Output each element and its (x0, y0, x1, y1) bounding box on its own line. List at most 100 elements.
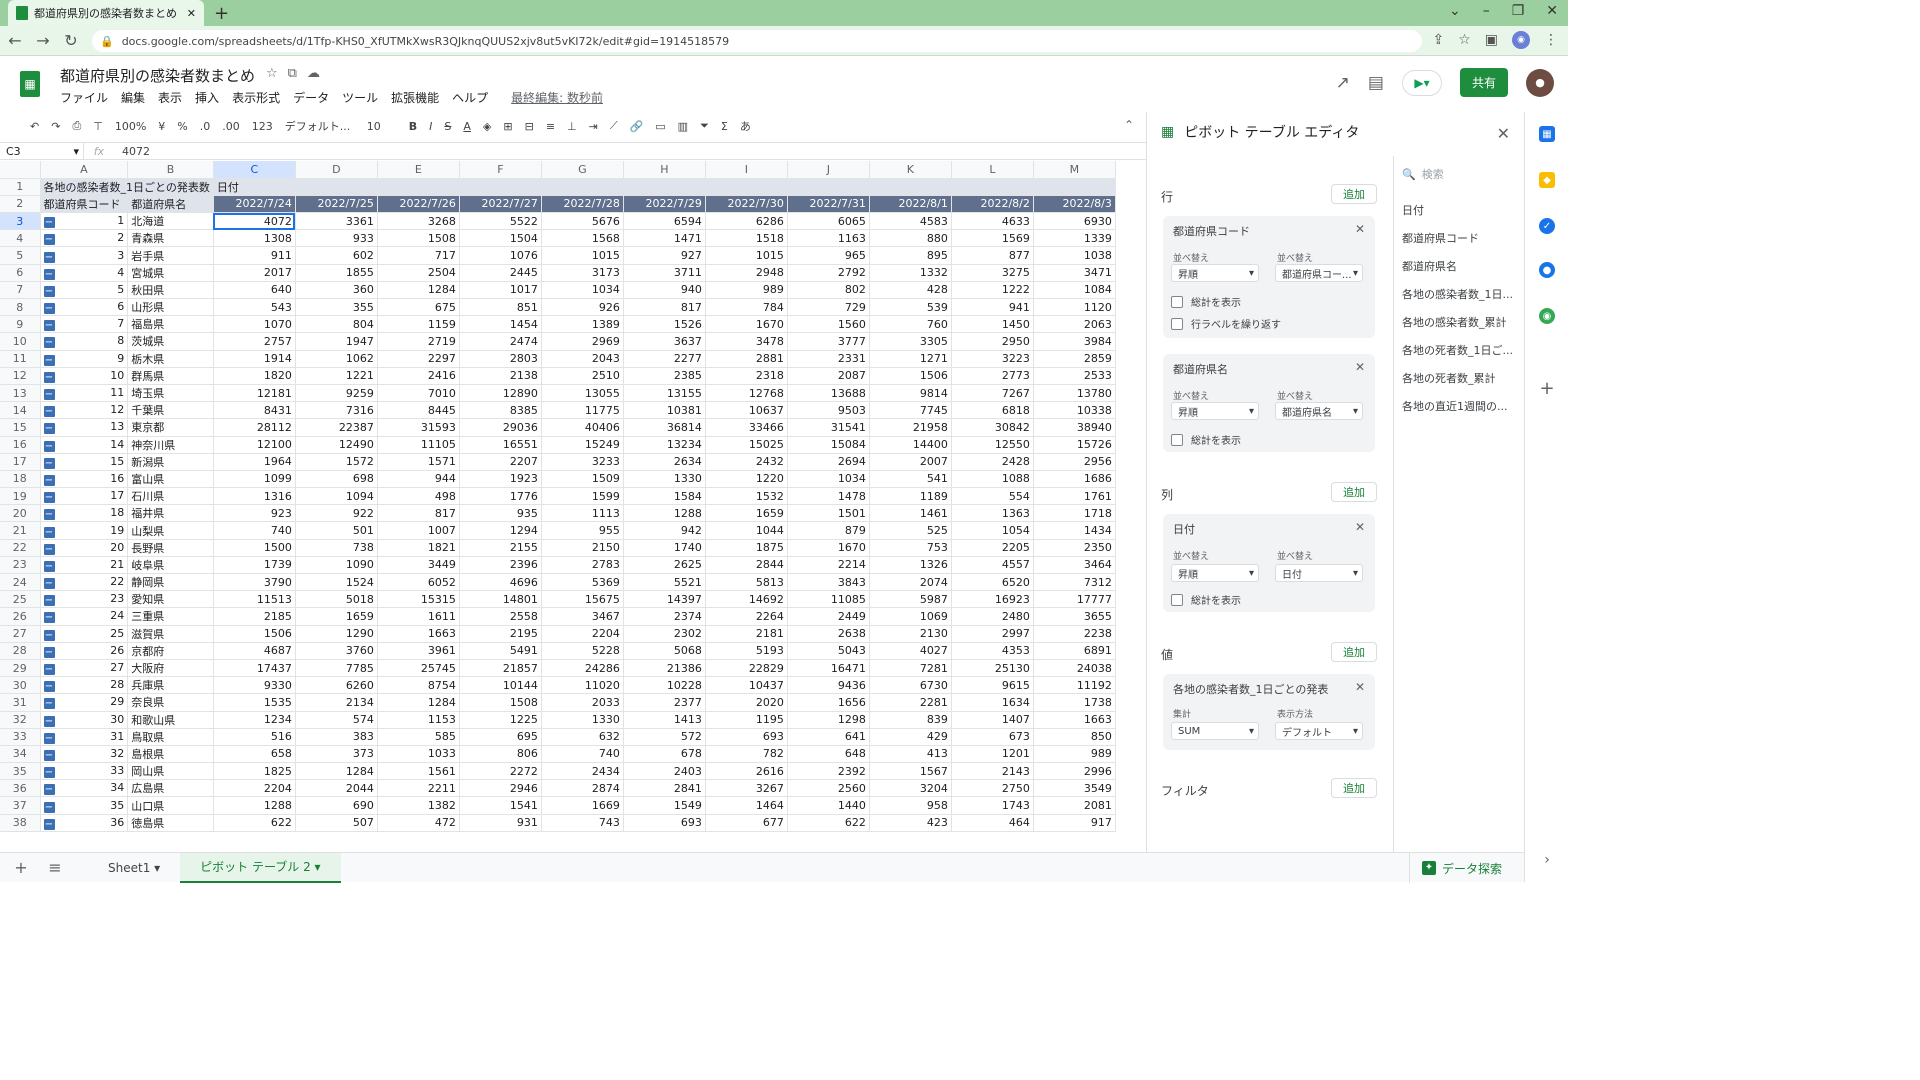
value-cell[interactable]: 3843 (787, 573, 870, 592)
collapse-group-icon[interactable]: − (43, 595, 55, 607)
value-cell[interactable]: 2204 (213, 779, 296, 798)
value-cell[interactable]: 817 (623, 298, 706, 317)
value-cell[interactable]: 1044 (705, 521, 788, 540)
value-cell[interactable]: 1017 (459, 281, 542, 300)
chevron-right-icon[interactable]: › (1539, 852, 1555, 868)
value-cell[interactable]: 2859 (1033, 350, 1116, 368)
prefecture-code-cell[interactable]: − 24 (40, 607, 129, 626)
prefecture-code-cell[interactable]: − 29 (40, 693, 129, 712)
value-cell[interactable]: 7281 (869, 659, 952, 678)
value-cell[interactable]: 935 (459, 504, 542, 523)
value-cell[interactable]: 3204 (869, 779, 952, 798)
value-cell[interactable]: 690 (295, 796, 378, 815)
row-header[interactable]: 22 (0, 539, 41, 557)
value-cell[interactable]: 13055 (541, 384, 624, 403)
value-cell[interactable]: 1669 (541, 796, 624, 815)
value-cell[interactable]: 641 (787, 728, 870, 746)
show-totals-row[interactable]: 総計を表示 (1171, 432, 1241, 447)
prefecture-name-cell[interactable]: 奈良県 (127, 693, 214, 712)
row-header[interactable]: 16 (0, 436, 41, 454)
value-cell[interactable]: 15084 (787, 436, 870, 454)
collapse-group-icon[interactable]: − (43, 492, 55, 504)
add-filter-button[interactable]: 追加 (1331, 778, 1377, 798)
value-cell[interactable]: 2750 (951, 779, 1034, 798)
value-cell[interactable]: 413 (869, 745, 952, 764)
value-cell[interactable]: 5491 (459, 642, 542, 660)
menu-help[interactable]: ヘルプ (452, 89, 488, 106)
value-cell[interactable]: 6286 (705, 212, 788, 231)
value-cell[interactable]: 498 (377, 487, 460, 506)
value-cell[interactable]: 3984 (1033, 332, 1116, 351)
value-cell[interactable]: 1561 (377, 762, 460, 781)
cloud-status-icon[interactable]: ☁ (307, 66, 320, 81)
date-header-cell[interactable]: 2022/7/27 (459, 195, 542, 214)
bookmark-star-icon[interactable]: ☆ (1458, 32, 1471, 48)
collapse-group-icon[interactable]: − (43, 457, 55, 469)
value-cell[interactable]: 5522 (459, 212, 542, 231)
value-cell[interactable]: 2214 (787, 556, 870, 575)
value-cell[interactable]: 29036 (459, 418, 542, 437)
all-sheets-icon[interactable]: ≡ (42, 858, 68, 877)
value-cell[interactable]: 839 (869, 711, 952, 729)
value-cell[interactable]: 2449 (787, 607, 870, 626)
row-header[interactable]: 32 (0, 711, 41, 729)
value-cell[interactable]: 2874 (541, 779, 624, 798)
new-tab-button[interactable]: + (214, 3, 229, 24)
value-cell[interactable]: 2033 (541, 693, 624, 712)
prefecture-code-cell[interactable]: − 28 (40, 676, 129, 695)
value-cell[interactable]: 1738 (1033, 693, 1116, 712)
value-cell[interactable]: 2020 (705, 693, 788, 712)
value-cell[interactable]: 1821 (377, 539, 460, 557)
value-cell[interactable]: 3305 (869, 332, 952, 351)
value-cell[interactable]: 1500 (213, 539, 296, 557)
value-cell[interactable]: 3467 (541, 607, 624, 626)
prefecture-name-cell[interactable]: 岩手県 (127, 246, 214, 265)
date-header-cell[interactable]: 2022/7/26 (377, 195, 460, 214)
value-cell[interactable]: 933 (295, 229, 378, 248)
value-cell[interactable]: 1659 (295, 607, 378, 626)
row-header[interactable]: 15 (0, 418, 41, 437)
collapse-group-icon[interactable]: − (43, 440, 55, 452)
value-cell[interactable]: 2331 (787, 350, 870, 368)
value-cell[interactable]: 2480 (951, 607, 1034, 626)
prefecture-name-cell[interactable]: 栃木県 (127, 350, 214, 368)
value-cell[interactable]: 1923 (459, 470, 542, 489)
value-cell[interactable]: 2396 (459, 556, 542, 575)
value-cell[interactable]: 965 (787, 246, 870, 265)
prefecture-code-cell[interactable]: − 17 (40, 487, 129, 506)
row-header[interactable]: 38 (0, 814, 41, 832)
value-cell[interactable]: 1509 (541, 470, 624, 489)
value-cell[interactable]: 7267 (951, 384, 1034, 403)
value-cell[interactable]: 3637 (623, 332, 706, 351)
value-cell[interactable]: 693 (705, 728, 788, 746)
value-cell[interactable]: 1288 (623, 504, 706, 523)
value-cell[interactable]: 1225 (459, 711, 542, 729)
value-cell[interactable]: 3268 (377, 212, 460, 231)
add-column-button[interactable]: 追加 (1331, 482, 1377, 502)
value-cell[interactable]: 695 (459, 728, 542, 746)
value-cell[interactable]: 472 (377, 814, 460, 832)
date-header-cell[interactable]: 2022/7/31 (787, 195, 870, 214)
value-cell[interactable]: 4696 (459, 573, 542, 592)
column-header-f[interactable]: F (459, 161, 542, 179)
value-cell[interactable]: 2350 (1033, 539, 1116, 557)
value-cell[interactable]: 2238 (1033, 625, 1116, 643)
value-cell[interactable]: 879 (787, 521, 870, 540)
prefecture-name-cell[interactable]: 富山県 (127, 470, 214, 489)
value-cell[interactable]: 12181 (213, 384, 296, 403)
value-cell[interactable]: 6594 (623, 212, 706, 231)
row-header[interactable]: 35 (0, 762, 41, 781)
value-cell[interactable]: 21857 (459, 659, 542, 678)
summarize-dropdown[interactable]: SUM ▾ (1171, 722, 1259, 740)
value-cell[interactable]: 5521 (623, 573, 706, 592)
value-cell[interactable]: 1290 (295, 625, 378, 643)
close-tab-icon[interactable]: ✕ (187, 7, 196, 20)
collapse-group-icon[interactable]: − (43, 749, 55, 761)
show-totals-checkbox[interactable] (1171, 295, 1183, 308)
functions-icon[interactable]: Σ (721, 120, 728, 133)
collapse-group-icon[interactable]: − (43, 371, 55, 383)
prefecture-code-cell[interactable]: − 14 (40, 436, 129, 454)
collapse-group-icon[interactable]: − (43, 526, 55, 538)
value-cell[interactable]: 2474 (459, 332, 542, 351)
value-cell[interactable]: 2783 (541, 556, 624, 575)
